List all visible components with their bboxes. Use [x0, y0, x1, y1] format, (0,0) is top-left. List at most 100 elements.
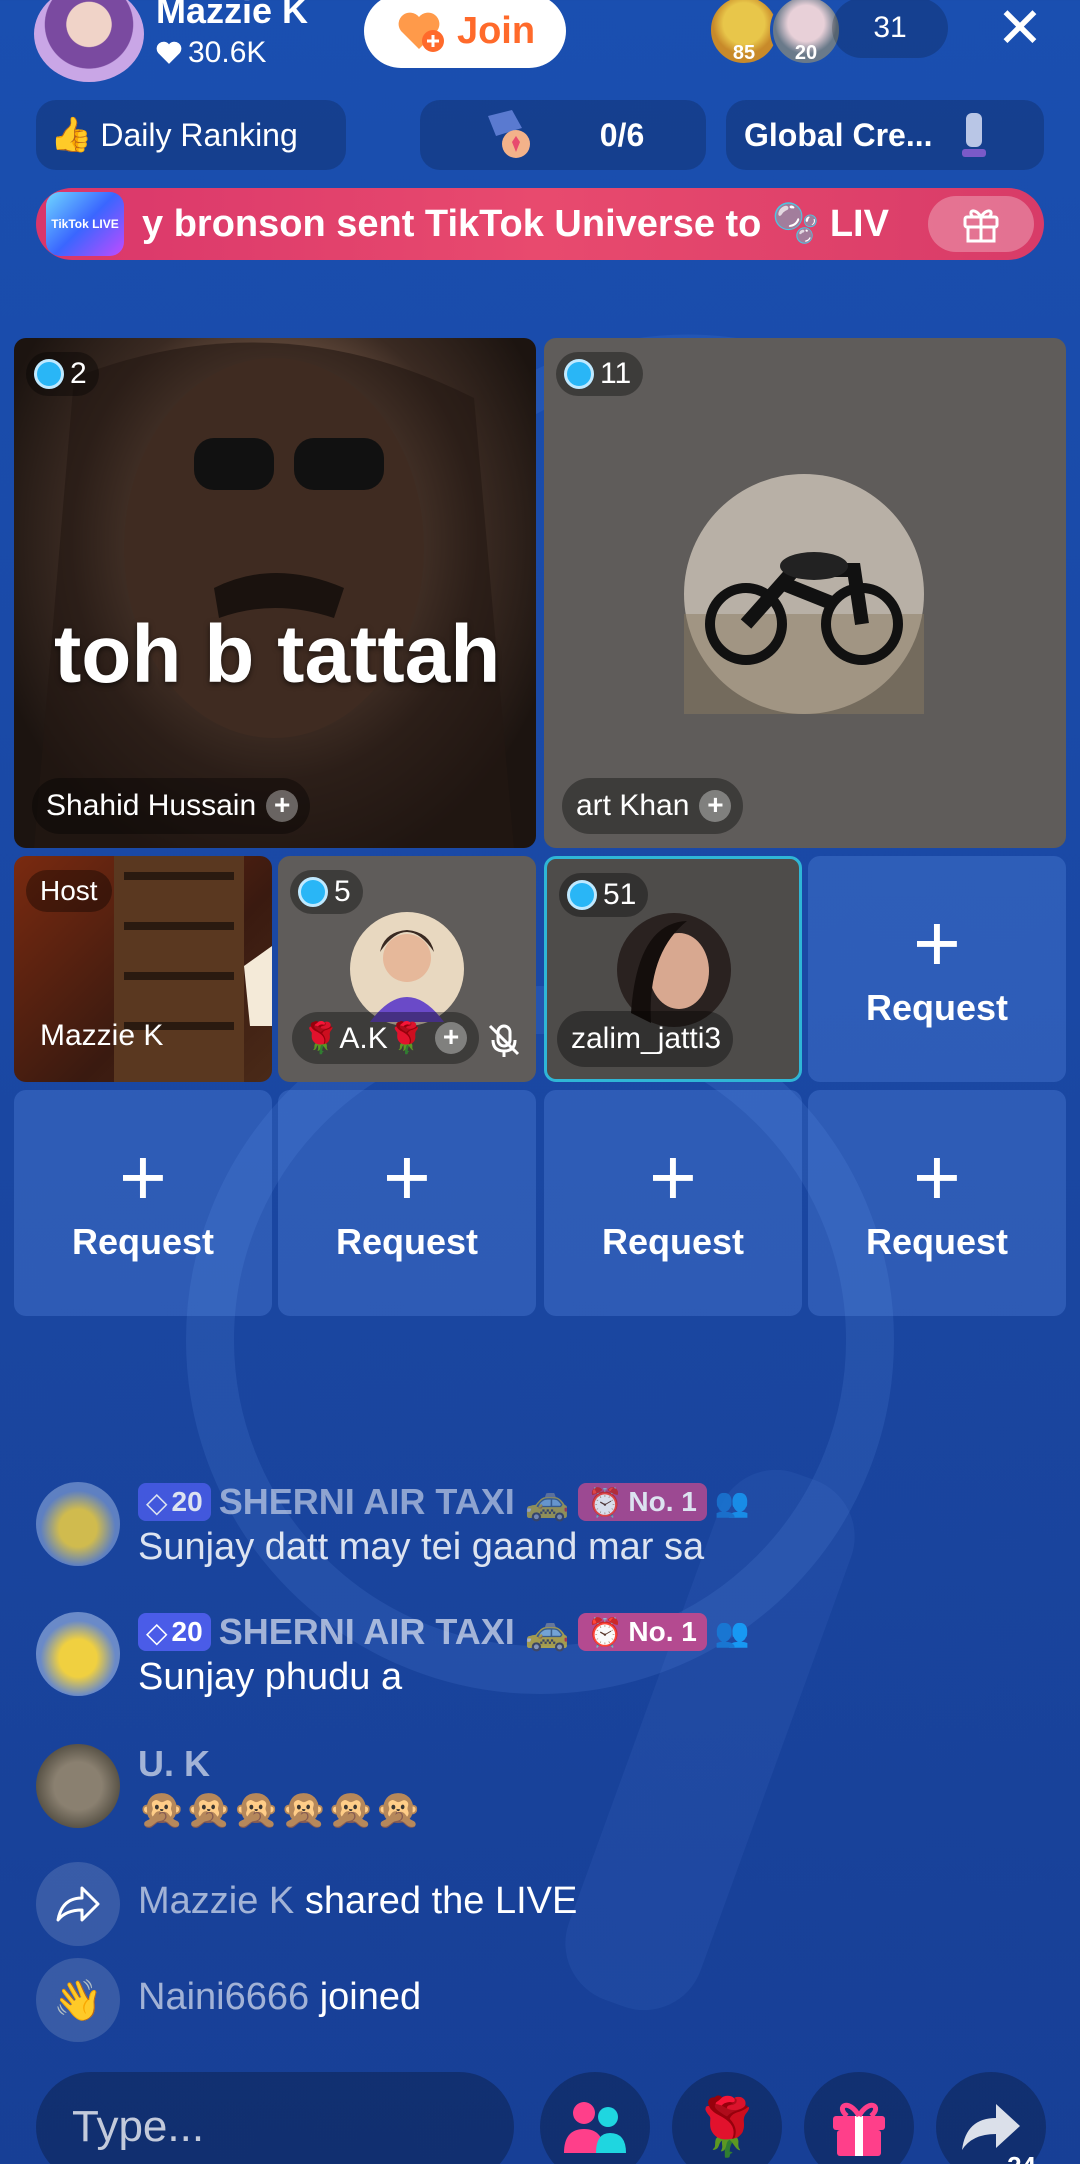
chat-avatar[interactable]	[36, 1612, 120, 1696]
chat-text: Sunjay phudu a	[138, 1656, 403, 1698]
system-join-message: 👋 Naini6666 joined	[36, 1958, 1036, 2042]
request-slot[interactable]: + Request	[14, 1090, 272, 1316]
guest-name-pill[interactable]: 🌹A.K🌹 +	[292, 1012, 480, 1064]
guest-tile-ak[interactable]: 5 🌹A.K🌹 +	[278, 856, 536, 1082]
request-slot[interactable]: + Request	[808, 1090, 1066, 1316]
rose-icon: 🌹	[692, 2095, 762, 2158]
guest-name: Mazzie K	[40, 1019, 164, 1052]
follow-plus-icon[interactable]: +	[266, 790, 299, 822]
host-likes-count: 30.6K	[188, 36, 267, 69]
gift-button[interactable]	[804, 2072, 914, 2164]
banner-gift-button[interactable]	[928, 196, 1034, 252]
guest-name: Shahid Hussain	[46, 789, 257, 822]
guest-name-pill[interactable]: zalim_jatti3	[557, 1011, 734, 1067]
gift-banner[interactable]: TikTok LIVE y bronson sent TikTok Univer…	[36, 188, 1044, 260]
guest-avatar	[350, 912, 464, 1026]
rank-text: No. 1	[628, 1486, 697, 1517]
plus-icon: +	[913, 898, 961, 989]
share-icon	[36, 1862, 120, 1946]
heart-icon	[156, 41, 182, 64]
request-label: Request	[865, 1221, 1009, 1262]
guest-name-pill[interactable]: art Khan +	[562, 778, 744, 834]
host-name[interactable]: Mazzie K	[156, 0, 308, 32]
follow-plus-icon[interactable]: +	[435, 1022, 468, 1054]
tiktok-live-badge: TikTok LIVE	[46, 192, 124, 256]
host-avatar[interactable]	[34, 0, 144, 82]
daily-ranking-chip[interactable]: 👍 Daily Ranking	[36, 100, 346, 170]
plus-icon: +	[913, 1132, 961, 1223]
share-action: shared the LIVE	[294, 1880, 578, 1922]
guest-tile-art-khan[interactable]: 11 art Khan +	[544, 338, 1066, 848]
chat-meta: U. K	[138, 1743, 210, 1785]
chat-message[interactable]: ◇ 20 SHERNI AIR TAXI 🚕 ⏰ No. 1 👥 Sunjay …	[36, 1481, 1036, 1582]
rose-gift-button[interactable]: 🌹	[672, 2072, 782, 2164]
chat-text: Sunjay datt may tei gaand mar sa	[138, 1526, 705, 1568]
diamond-icon: ◇	[146, 1616, 168, 1648]
guest-name: art Khan	[576, 789, 690, 822]
level-number: 20	[171, 1616, 203, 1647]
join-button[interactable]: Join	[364, 0, 566, 68]
goal-chip[interactable]: 0/6	[420, 100, 706, 170]
follow-plus-icon[interactable]: +	[699, 790, 732, 822]
gift-icon	[833, 2102, 885, 2156]
fans-icon: 👥	[714, 1616, 750, 1648]
plus-icon: +	[119, 1132, 167, 1223]
clock-icon: ⏰	[587, 1486, 623, 1518]
share-button[interactable]: 24	[936, 2072, 1046, 2164]
host-tile[interactable]: Host Mazzie K	[14, 856, 272, 1082]
join-user[interactable]: Naini6666	[138, 1976, 309, 2018]
heart-plus-icon	[398, 12, 444, 52]
guest-name-pill[interactable]: Mazzie K	[26, 1008, 175, 1064]
request-slot[interactable]: + Request	[544, 1090, 802, 1316]
mic-off-icon	[488, 1024, 520, 1057]
guest-video	[34, 342, 514, 848]
guest-tile-zalim[interactable]: 51 zalim_jatti3	[544, 856, 802, 1082]
guest-rank-pill: 11	[556, 352, 644, 396]
host-tag: Host	[26, 870, 112, 912]
plus-icon: +	[649, 1132, 697, 1223]
diamond-icon: ◇	[146, 1486, 168, 1518]
rank-badge: ⏰ No. 1	[577, 1483, 707, 1521]
share-text: Mazzie K shared the LIVE	[138, 1880, 577, 1923]
guest-rank: 5	[334, 875, 351, 908]
multi-guest-button[interactable]	[540, 2072, 650, 2164]
guest-rank: 2	[70, 357, 87, 390]
share-user[interactable]: Mazzie K	[138, 1880, 294, 1922]
guest-name: zalim_jatti3	[571, 1022, 722, 1055]
guest-avatar	[617, 913, 731, 1027]
close-button[interactable]: ✕	[990, 0, 1050, 60]
request-slot[interactable]: + Request	[808, 856, 1066, 1082]
plus-icon: +	[383, 1132, 431, 1223]
chat-username[interactable]: U. K	[138, 1743, 210, 1785]
chat-message[interactable]: ◇ 20 SHERNI AIR TAXI 🚕 ⏰ No. 1 👥 Sunjay …	[36, 1611, 1036, 1712]
level-badge: ◇ 20	[138, 1613, 211, 1651]
flame-icon: 👍	[50, 116, 93, 154]
chat-meta: ◇ 20 SHERNI AIR TAXI 🚕 ⏰ No. 1 👥	[138, 1611, 750, 1653]
chat-message[interactable]: U. K 🙊🙊🙊🙊🙊🙊	[36, 1743, 1036, 1844]
chat-avatar[interactable]	[36, 1744, 120, 1828]
guest-name: 🌹A.K🌹	[302, 1021, 426, 1055]
share-count: 24	[1007, 2151, 1036, 2164]
chat-meta: ◇ 20 SHERNI AIR TAXI 🚕 ⏰ No. 1 👥	[138, 1481, 750, 1523]
top-viewer-avatar[interactable]: 20	[770, 0, 842, 66]
guest-tile-shahid[interactable]: 2 toh b tattah Shahid Hussain +	[14, 338, 536, 848]
guest-rank-pill: 5	[290, 870, 363, 914]
comment-input[interactable]: Type...	[36, 2072, 514, 2164]
chat-avatar[interactable]	[36, 1482, 120, 1566]
global-creator-chip[interactable]: Global Cre...	[726, 100, 1044, 170]
chat-username[interactable]: SHERNI AIR TAXI 🚕	[219, 1611, 570, 1653]
host-likes: 30.6K	[156, 36, 266, 70]
join-action: joined	[309, 1976, 422, 2018]
viewer-count[interactable]: 31	[832, 0, 948, 58]
guest-rank: 11	[600, 357, 632, 390]
trophy-icon	[962, 113, 987, 157]
guest-name-pill[interactable]: Shahid Hussain +	[32, 778, 311, 834]
rank-badge: ⏰ No. 1	[577, 1613, 707, 1651]
goal-progress: 0/6	[599, 116, 645, 153]
join-text: Naini6666 joined	[138, 1976, 421, 2019]
request-slot[interactable]: + Request	[278, 1090, 536, 1316]
chat-username[interactable]: SHERNI AIR TAXI 🚕	[219, 1481, 570, 1523]
clock-icon: ⏰	[587, 1616, 623, 1648]
motorcycle-avatar	[684, 474, 924, 714]
guest-rank-pill: 51	[559, 873, 649, 917]
